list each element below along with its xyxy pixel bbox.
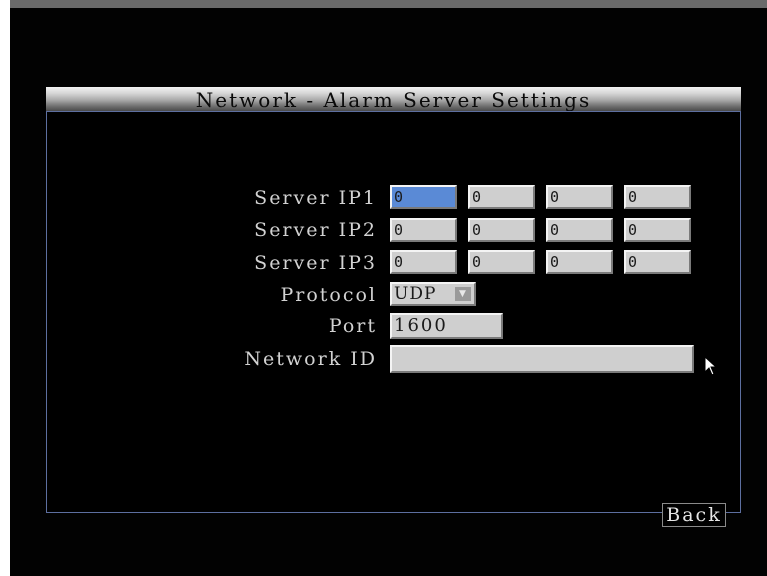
- alarm-server-settings-dialog: Network - Alarm Server Settings Server I…: [46, 87, 741, 527]
- server-ip1-octet-3[interactable]: 0: [546, 185, 613, 209]
- server-ip3-octet-3[interactable]: 0: [546, 250, 613, 274]
- protocol-value: UDP: [394, 284, 437, 304]
- network-id-label: Network ID: [244, 348, 377, 370]
- server-ip2-octet-2[interactable]: 0: [468, 218, 535, 242]
- mouse-pointer-icon: [704, 356, 718, 376]
- server-ip3-label: Server IP3: [254, 252, 377, 274]
- server-ip1-octet-2[interactable]: 0: [468, 185, 535, 209]
- server-ip2-octet-4[interactable]: 0: [624, 218, 691, 242]
- protocol-select[interactable]: UDP ▼: [390, 282, 476, 306]
- protocol-label: Protocol: [280, 284, 377, 306]
- chevron-down-icon[interactable]: ▼: [454, 286, 472, 302]
- server-ip3-octet-1[interactable]: 0: [390, 250, 457, 274]
- dialog-body: Server IP1 0 0 0 0 Server IP2 0 0 0 0 Se…: [46, 111, 741, 527]
- server-ip1-label: Server IP1: [254, 187, 377, 209]
- server-ip3-octet-4[interactable]: 0: [624, 250, 691, 274]
- server-ip1-octet-4[interactable]: 0: [624, 185, 691, 209]
- server-ip3-octet-2[interactable]: 0: [468, 250, 535, 274]
- network-id-input[interactable]: [390, 345, 694, 373]
- port-label: Port: [328, 315, 377, 337]
- server-ip2-octet-3[interactable]: 0: [546, 218, 613, 242]
- server-ip1-octet-1[interactable]: 0: [390, 185, 457, 209]
- server-ip2-label: Server IP2: [254, 219, 377, 241]
- top-edge: [10, 0, 767, 8]
- port-input[interactable]: 1600: [390, 313, 503, 339]
- dialog-title: Network - Alarm Server Settings: [46, 87, 741, 112]
- back-button[interactable]: Back: [662, 503, 726, 527]
- server-ip2-octet-1[interactable]: 0: [390, 218, 457, 242]
